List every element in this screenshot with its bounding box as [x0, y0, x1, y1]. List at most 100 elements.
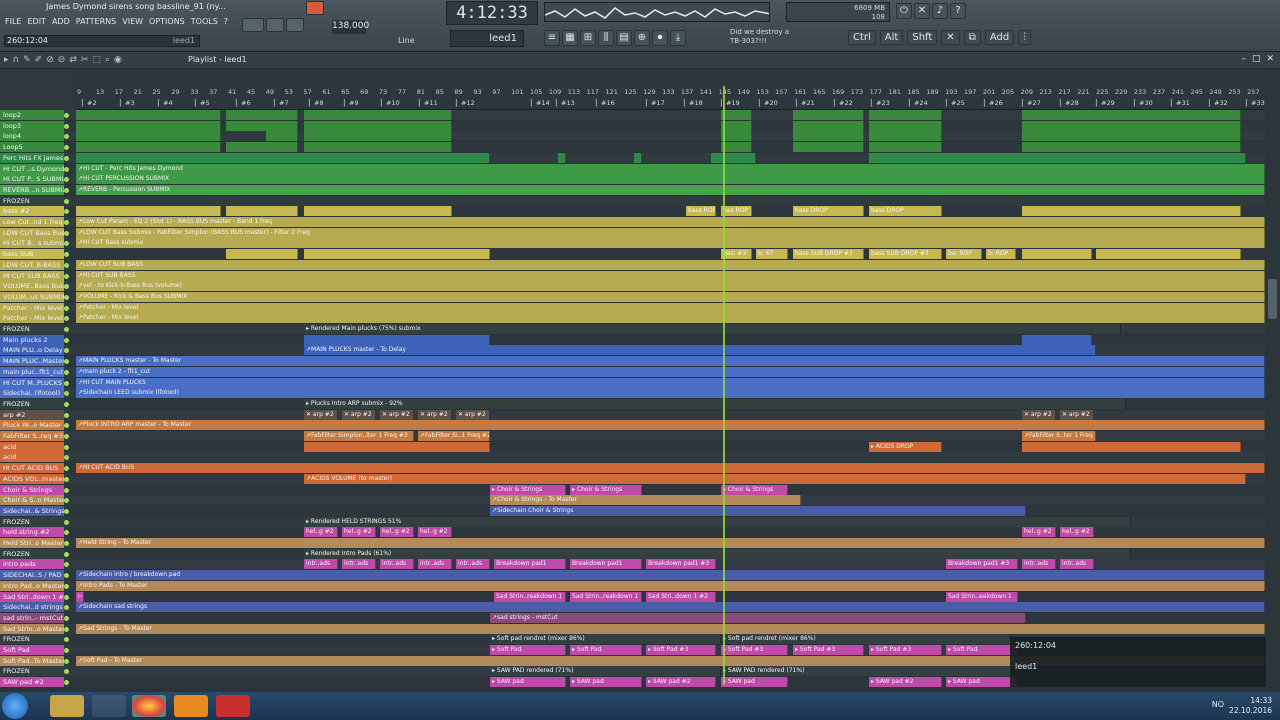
track-lane[interactable]: ↗Choir & Strings - To Master: [76, 495, 1265, 506]
track-lane[interactable]: [76, 142, 1265, 153]
ruler-marker[interactable]: ▏#14: [531, 99, 550, 107]
track-mute-icon[interactable]: [64, 391, 69, 397]
ruler-marker[interactable]: ▏#8: [309, 99, 324, 107]
track-lane[interactable]: ↗FabFilter Simplon..lter 1 Freq #3 ↗FabFi…: [76, 431, 1265, 441]
delete-icon[interactable]: ⊘: [46, 55, 54, 65]
slice-icon[interactable]: ✂: [81, 55, 89, 65]
playlist-clip[interactable]: ▸ SAW pad: [721, 677, 788, 687]
tempo-display[interactable]: 138.000: [332, 20, 369, 34]
track-label[interactable]: Low Cut..nd 1 freq: [0, 217, 64, 227]
track-label[interactable]: Soft Pad: [0, 645, 64, 655]
playlist-clip[interactable]: hel..g #2: [1060, 527, 1094, 538]
menu-item[interactable]: FILE: [4, 16, 22, 27]
playlist-clip[interactable]: [869, 152, 1246, 163]
mic-icon[interactable]: ♪: [932, 3, 948, 19]
track-lane[interactable]: ▸ Rendered Main plucks (75%) submix: [76, 324, 1265, 334]
fl-studio-icon[interactable]: [174, 695, 208, 717]
vertical-scrollbar[interactable]: [1265, 69, 1280, 687]
ruler-marker[interactable]: ▏#4: [158, 99, 173, 107]
ruler-marker[interactable]: ▏#16: [596, 99, 615, 107]
playlist-clip[interactable]: ▸ Rendered Main plucks (75%) submix: [304, 324, 1121, 334]
select-icon[interactable]: ⬚: [92, 55, 101, 65]
playlist-clip[interactable]: [721, 142, 752, 153]
track-lane[interactable]: [76, 452, 1265, 462]
track-lane[interactable]: ↗MAIN PLUCKS master - To Delay: [76, 345, 1265, 356]
song-time-display[interactable]: 4:12:33: [446, 1, 538, 25]
playlist-clip[interactable]: ↗Sidechain LEED submix (lfotool): [76, 388, 1265, 399]
track-mute-icon[interactable]: [64, 305, 69, 311]
playlist-clip[interactable]: ↗FabFilter S..ter 1 Freq: [1022, 431, 1096, 441]
playlist-clip[interactable]: [226, 206, 298, 217]
record-icon[interactable]: ⏺: [652, 30, 668, 46]
track-label[interactable]: Held Stri..o Master: [0, 538, 64, 548]
playlist-clip[interactable]: bass DROP: [793, 206, 864, 217]
track-mute-icon[interactable]: [64, 680, 69, 686]
track-label[interactable]: MAIN PLUC..Master: [0, 356, 64, 367]
track-label[interactable]: Sidechai..(lfotool): [0, 388, 64, 399]
track-lane[interactable]: ↗HI CUT MAIN PLUCKS: [76, 377, 1265, 388]
playlist-clip[interactable]: [1022, 206, 1241, 217]
playlist-clip[interactable]: [304, 120, 452, 131]
playlist-clip[interactable]: ↗Intro Pads - To Master: [76, 580, 1265, 591]
playback-icon[interactable]: ◉: [114, 55, 122, 65]
ruler-marker[interactable]: ▏#10: [381, 99, 400, 107]
track-lane[interactable]: ▸ ACIDS DROP: [76, 441, 1265, 452]
track-lane[interactable]: ↗Sad Strings - To Master: [76, 623, 1265, 634]
ruler-marker[interactable]: ▏#12: [456, 99, 475, 107]
playlist-clip[interactable]: ▸ Soft Pad #3: [721, 645, 788, 655]
playlist-clip[interactable]: intr..ads: [456, 559, 490, 570]
track-label[interactable]: loop4: [0, 131, 64, 142]
playlist-clip[interactable]: ▸ SAW pad: [570, 677, 642, 687]
playlist-clip[interactable]: [76, 131, 221, 142]
modifier-button[interactable]: Shft: [907, 30, 938, 45]
ruler-marker[interactable]: ▏#3: [120, 99, 135, 107]
playlist-clip[interactable]: ↗HI CUT MAIN PLUCKS: [76, 377, 1265, 388]
playlist-clip[interactable]: [793, 120, 864, 131]
track-mute-icon[interactable]: [64, 145, 69, 151]
ruler-marker[interactable]: ▏#18: [684, 99, 703, 107]
playlist-clip[interactable]: ▸ Soft Pad: [490, 645, 566, 655]
zoom-icon[interactable]: ⌕: [105, 55, 110, 65]
track-label[interactable]: HI CUT SUB BASS: [0, 270, 64, 281]
track-mute-icon[interactable]: [64, 337, 69, 343]
track-mute-icon[interactable]: [64, 626, 69, 632]
track-lane[interactable]: ↗Sidechain sad strings: [76, 602, 1265, 613]
modifier-button[interactable]: ⧉: [963, 30, 981, 45]
track-lane[interactable]: ↗REVERB - Percussion SUBMIX: [76, 184, 1265, 195]
playlist-clip[interactable]: ▸ Rendered HELD STRINGS 51%: [304, 516, 1131, 527]
track-mute-icon[interactable]: [64, 648, 69, 653]
playlist-clip[interactable]: ↗MAIN PLUCKS master - To Master: [76, 356, 1265, 367]
track-lane[interactable]: [76, 152, 1265, 163]
track-lane[interactable]: [76, 110, 1265, 120]
playlist-clip[interactable]: ↗HI CUT Bass submix: [76, 238, 1265, 249]
modifier-button[interactable]: Alt: [879, 30, 904, 45]
track-label[interactable]: main pluc..flt1_cut: [0, 366, 64, 377]
playlist-clip[interactable]: ▸ SAW pad #2: [646, 677, 716, 687]
playlist-clip[interactable]: [76, 152, 490, 163]
track-mute-icon[interactable]: [64, 594, 69, 600]
playlist-clip[interactable]: b: 67: [756, 249, 788, 260]
stop-button[interactable]: [286, 18, 304, 32]
playlist-clip[interactable]: [304, 249, 490, 260]
playlist-clip[interactable]: Breakdown pad1: [570, 559, 642, 570]
track-label[interactable]: FabFilter S..req #3: [0, 431, 64, 441]
playlist-clip[interactable]: ▸ SAW PAD rendered (71%): [721, 666, 1011, 677]
track-lane[interactable]: ↗LOW CUT SUB BASS: [76, 259, 1265, 270]
track-label[interactable]: Patcher - Mix level: [0, 313, 64, 324]
playlist-clip[interactable]: [76, 120, 221, 131]
track-mute-icon[interactable]: [64, 530, 69, 536]
ruler-marker[interactable]: ▏#26: [984, 99, 1003, 107]
track-lane[interactable]: ↗VOLUME - Kick & Bass Bus SUBMIX: [76, 291, 1265, 302]
playlist-clip[interactable]: ↗LOW CUT SUB BASS: [76, 259, 1265, 270]
plugin-icon[interactable]: ⊕: [634, 30, 650, 46]
track-lane[interactable]: ↗Low Cut Param - EQ 2 (Slot 1) - BASS BU…: [76, 217, 1265, 227]
ruler-marker[interactable]: ▏#30: [1134, 99, 1153, 107]
track-mute-icon[interactable]: [64, 155, 69, 161]
track-mute-icon[interactable]: [64, 241, 69, 247]
playlist-clip[interactable]: [76, 206, 221, 217]
playlist-clip[interactable]: bas ROP: [721, 206, 752, 217]
playlist-clip[interactable]: ✕ arp #2: [456, 409, 490, 420]
track-lane[interactable]: ↗sad strings - mstCut: [76, 612, 1265, 623]
record-button[interactable]: [306, 1, 324, 15]
playlist-clip[interactable]: ▸ Soft Pad: [570, 645, 642, 655]
